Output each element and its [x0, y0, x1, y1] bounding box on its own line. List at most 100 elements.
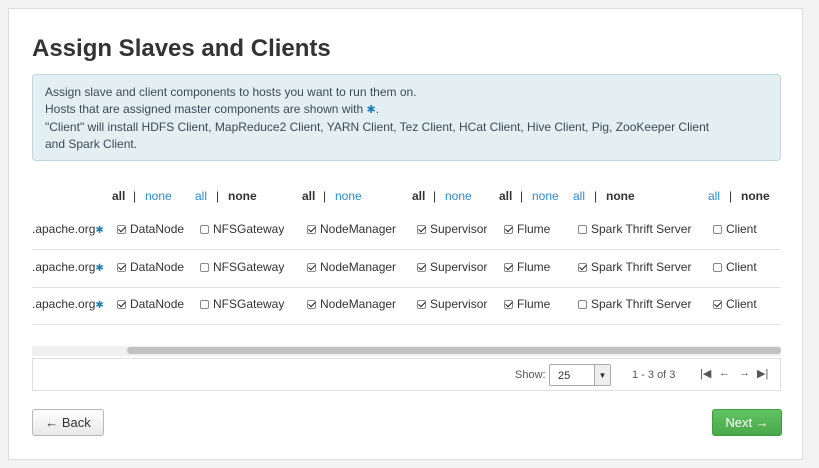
checkbox-box[interactable]: [417, 224, 426, 234]
master-star-icon: ✱: [95, 300, 104, 311]
select-none-link-6[interactable]: none: [741, 189, 770, 203]
next-button[interactable]: Next →: [712, 409, 782, 436]
row-divider: [32, 324, 781, 325]
checkbox-label: DataNode: [130, 222, 185, 236]
checkbox-box[interactable]: [117, 224, 126, 234]
select-all-link-5[interactable]: all: [573, 189, 585, 203]
info-line-1: Assign slave and client components to ho…: [45, 85, 417, 99]
checkbox-spark-thrift-server[interactable]: Spark Thrift Server: [578, 297, 691, 311]
checkbox-box[interactable]: [578, 224, 587, 234]
checkbox-flume[interactable]: Flume: [504, 297, 550, 311]
master-star-icon: ✱: [366, 104, 376, 116]
checkbox-label: NFSGateway: [213, 297, 285, 311]
checkbox-spark-thrift-server[interactable]: Spark Thrift Server: [578, 222, 691, 236]
horizontal-scrollbar[interactable]: [32, 346, 781, 356]
select-none-link-1[interactable]: none: [228, 189, 257, 203]
select-separator: |: [729, 189, 733, 203]
checkbox-datanode[interactable]: DataNode: [117, 297, 184, 311]
host-name-text: .apache.org: [32, 222, 96, 236]
checkbox-client[interactable]: Client: [713, 297, 757, 311]
checkbox-box[interactable]: [504, 224, 513, 234]
checkbox-supervisor[interactable]: Supervisor: [417, 260, 487, 274]
info-line-4: and Spark Client.: [45, 137, 138, 151]
select-none-link-5[interactable]: none: [606, 189, 635, 203]
select-none-link-3[interactable]: none: [445, 189, 472, 203]
checkbox-box[interactable]: [200, 224, 209, 234]
select-none-link-0[interactable]: none: [145, 189, 172, 203]
select-all-link-2[interactable]: all: [302, 189, 315, 203]
checkbox-label: Supervisor: [430, 297, 488, 311]
select-none-link-4[interactable]: none: [532, 189, 559, 203]
select-separator: |: [216, 189, 220, 203]
checkbox-datanode[interactable]: DataNode: [117, 260, 184, 274]
select-separator: |: [433, 189, 437, 203]
checkbox-client[interactable]: Client: [713, 260, 757, 274]
select-separator: |: [323, 189, 327, 203]
checkbox-label: NodeManager: [320, 222, 397, 236]
checkbox-box[interactable]: [578, 262, 587, 272]
checkbox-label: DataNode: [130, 297, 185, 311]
checkbox-box[interactable]: [713, 262, 722, 272]
master-star-icon: ✱: [95, 263, 104, 274]
checkbox-flume[interactable]: Flume: [504, 222, 550, 236]
page-size-value: 25: [558, 370, 571, 382]
checkbox-label: Flume: [517, 260, 551, 274]
checkbox-box[interactable]: [417, 262, 426, 272]
checkbox-box[interactable]: [417, 299, 426, 309]
page-range: 1 - 3 of 3: [632, 369, 676, 381]
host-name: .apache.org✱: [32, 260, 104, 274]
checkbox-box[interactable]: [200, 262, 209, 272]
select-separator: |: [520, 189, 524, 203]
select-separator: |: [594, 189, 598, 203]
select-all-link-3[interactable]: all: [412, 189, 425, 203]
select-all-link-6[interactable]: all: [708, 189, 720, 203]
checkbox-supervisor[interactable]: Supervisor: [417, 222, 487, 236]
checkbox-box[interactable]: [117, 262, 126, 272]
checkbox-datanode[interactable]: DataNode: [117, 222, 184, 236]
checkbox-box[interactable]: [504, 299, 513, 309]
checkbox-nfsgateway[interactable]: NFSGateway: [200, 297, 284, 311]
checkbox-nfsgateway[interactable]: NFSGateway: [200, 260, 284, 274]
checkbox-label: NFSGateway: [213, 260, 285, 274]
page-size-select[interactable]: 25 ▼: [549, 364, 611, 386]
checkbox-label: Spark Thrift Server: [591, 260, 692, 274]
checkbox-supervisor[interactable]: Supervisor: [417, 297, 487, 311]
checkbox-nfsgateway[interactable]: NFSGateway: [200, 222, 284, 236]
checkbox-flume[interactable]: Flume: [504, 260, 550, 274]
checkbox-box[interactable]: [504, 262, 513, 272]
select-none-link-2[interactable]: none: [335, 189, 362, 203]
checkbox-spark-thrift-server[interactable]: Spark Thrift Server: [578, 260, 691, 274]
chevron-down-icon: ▼: [594, 365, 610, 385]
checkbox-nodemanager[interactable]: NodeManager: [307, 297, 396, 311]
show-label: Show:: [515, 369, 546, 381]
checkbox-box[interactable]: [578, 299, 587, 309]
checkbox-box[interactable]: [117, 299, 126, 309]
select-all-link-4[interactable]: all: [499, 189, 512, 203]
checkbox-box[interactable]: [200, 299, 209, 309]
checkbox-box[interactable]: [307, 262, 316, 272]
checkbox-nodemanager[interactable]: NodeManager: [307, 222, 396, 236]
checkbox-client[interactable]: Client: [713, 222, 757, 236]
checkbox-box[interactable]: [713, 224, 722, 234]
host-name: .apache.org✱: [32, 297, 104, 311]
checkbox-box[interactable]: [713, 299, 722, 309]
checkbox-box[interactable]: [307, 299, 316, 309]
checkbox-label: Client: [726, 297, 757, 311]
checkbox-label: Spark Thrift Server: [591, 222, 692, 236]
checkbox-label: NodeManager: [320, 260, 397, 274]
page-title: Assign Slaves and Clients: [32, 35, 331, 62]
previous-page-icon[interactable]: ←: [719, 367, 730, 379]
host-name-text: .apache.org: [32, 260, 96, 274]
checkbox-label: Flume: [517, 297, 551, 311]
checkbox-box[interactable]: [307, 224, 316, 234]
select-all-link-0[interactable]: all: [112, 189, 125, 203]
last-page-icon[interactable]: ▶|: [757, 367, 768, 380]
checkbox-nodemanager[interactable]: NodeManager: [307, 260, 396, 274]
wizard-panel: Assign Slaves and Clients Assign slave a…: [8, 8, 803, 460]
checkbox-label: DataNode: [130, 260, 185, 274]
first-page-icon[interactable]: |◀: [700, 367, 711, 380]
scrollbar-thumb[interactable]: [127, 347, 781, 354]
next-page-icon[interactable]: →: [739, 367, 750, 379]
back-button[interactable]: ← Back: [32, 409, 104, 436]
select-all-link-1[interactable]: all: [195, 189, 207, 203]
